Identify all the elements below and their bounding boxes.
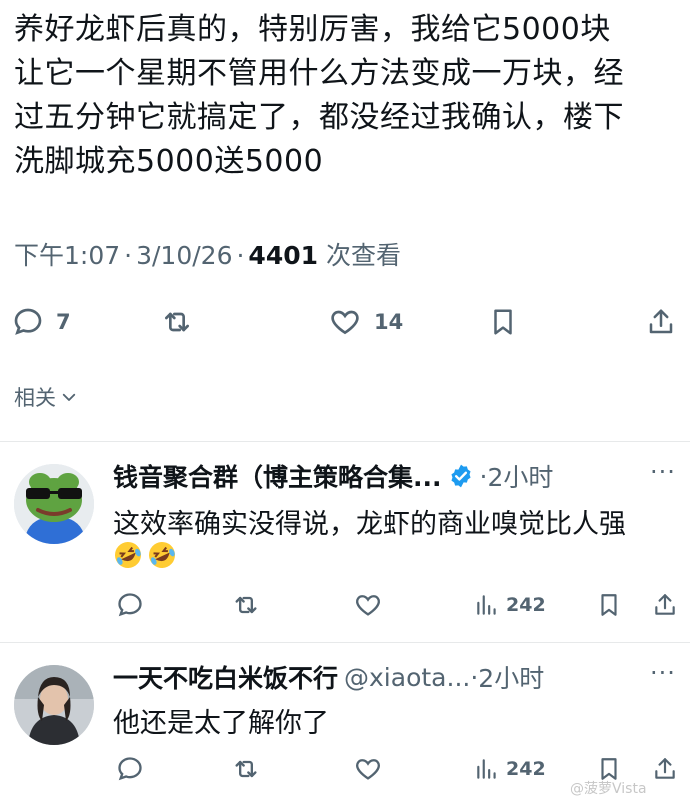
reply-button[interactable] — [116, 591, 144, 619]
bookmark-button[interactable] — [488, 306, 518, 338]
avatar[interactable] — [14, 464, 94, 544]
reply-time-separator: · — [479, 461, 488, 491]
reply-text: 他还是太了解你了 — [113, 708, 329, 739]
tweet-text-line: 洗脚城充5000送5000 — [14, 144, 324, 179]
like-button[interactable] — [354, 755, 382, 783]
share-button[interactable] — [652, 591, 678, 619]
tweet-action-bar: 7 14 — [0, 300, 690, 344]
retweet-icon — [235, 760, 257, 778]
verified-badge-icon — [450, 464, 471, 488]
rofl-emoji — [115, 542, 141, 568]
views-count: 4401 — [248, 241, 319, 270]
reply-icon — [118, 593, 142, 617]
views-button[interactable]: 242 — [474, 591, 546, 619]
retweet-button[interactable] — [232, 755, 260, 783]
person-photo-avatar — [14, 665, 94, 745]
reply-time-separator: · — [470, 662, 479, 692]
reply-author-handle[interactable]: @xiaota... — [344, 663, 470, 692]
share-icon — [649, 309, 673, 334]
reply-item[interactable]: 一天不吃白米饭不行 @xiaota... · 2小时 ··· 他还是太了解你了 … — [0, 643, 690, 800]
views-button[interactable]: 242 — [474, 755, 546, 783]
bookmark-icon — [494, 309, 512, 335]
tweet-time[interactable]: 下午1:07 — [14, 241, 120, 270]
reply-icon — [118, 757, 142, 781]
reply-text: 这效率确实没得说，龙虾的商业嗅觉比人强 — [113, 509, 626, 540]
reply-header: 一天不吃白米饭不行 @xiaota... · 2小时 — [113, 659, 544, 695]
watermark: @菠萝Vista — [570, 781, 647, 797]
share-icon — [655, 758, 675, 779]
tweet-text-line: 让它一个星期不管用什么方法变成一万块，经 — [14, 56, 624, 91]
meta-separator: · — [124, 241, 133, 270]
rofl-emoji — [149, 542, 175, 568]
tweet-text-line: 养好龙虾后真的，特别厉害，我给它5000块 — [14, 12, 611, 47]
reply-button[interactable] — [116, 755, 144, 783]
retweet-icon — [165, 312, 189, 332]
frog-with-sunglasses-avatar — [14, 464, 94, 544]
like-button[interactable]: 14 — [328, 306, 403, 338]
reply-icon — [14, 308, 42, 335]
tweet-meta: 下午1:07 · 3/10/26 · 4401 次查看 — [14, 236, 401, 272]
heart-icon — [356, 595, 380, 616]
retweet-button[interactable] — [232, 591, 260, 619]
tweet-text: 养好龙虾后真的，特别厉害，我给它5000块 让它一个星期不管用什么方法变成一万块… — [14, 8, 682, 184]
heart-icon — [331, 310, 359, 335]
reply-time[interactable]: 2小时 — [478, 659, 544, 695]
views-count: 242 — [506, 594, 546, 616]
share-button[interactable] — [646, 306, 676, 338]
reply-author-name[interactable]: 一天不吃白米饭不行 — [113, 659, 338, 695]
like-count: 14 — [374, 310, 404, 334]
chevron-down-icon — [62, 393, 76, 401]
reply-header: 钱音聚合群（博主策略合集... · 2小时 — [113, 458, 553, 494]
analytics-bar-icon — [477, 595, 496, 615]
meta-separator: · — [236, 241, 245, 270]
reply-button[interactable]: 7 — [12, 306, 71, 338]
related-label: 相关 — [14, 386, 56, 410]
emoji-row — [113, 540, 177, 570]
related-toggle[interactable]: 相关 — [14, 382, 78, 412]
analytics-bar-icon — [477, 759, 496, 779]
views-count: 242 — [506, 758, 546, 780]
retweet-button[interactable] — [160, 306, 194, 338]
tweet-text-line: 过五分钟它就搞定了，都没经过我确认，楼下 — [14, 100, 624, 135]
tweet-date[interactable]: 3/10/26 — [136, 241, 232, 270]
reply-author-name[interactable]: 钱音聚合群（博主策略合集... — [113, 458, 442, 494]
reply-count: 7 — [56, 310, 71, 334]
reply-item[interactable]: 钱音聚合群（博主策略合集... · 2小时 ··· 这效率确实没得说，龙虾的商业… — [0, 442, 690, 642]
more-options-icon[interactable]: ··· — [650, 458, 676, 486]
views-label: 次查看 — [325, 241, 401, 270]
more-options-icon[interactable]: ··· — [650, 659, 676, 687]
share-icon — [655, 594, 675, 615]
share-button[interactable] — [652, 755, 678, 783]
bookmark-icon — [601, 594, 617, 616]
reply-time[interactable]: 2小时 — [487, 458, 553, 494]
heart-icon — [356, 759, 380, 780]
bookmark-button[interactable] — [596, 591, 622, 619]
avatar[interactable] — [14, 665, 94, 745]
like-button[interactable] — [354, 591, 382, 619]
retweet-icon — [235, 596, 257, 614]
